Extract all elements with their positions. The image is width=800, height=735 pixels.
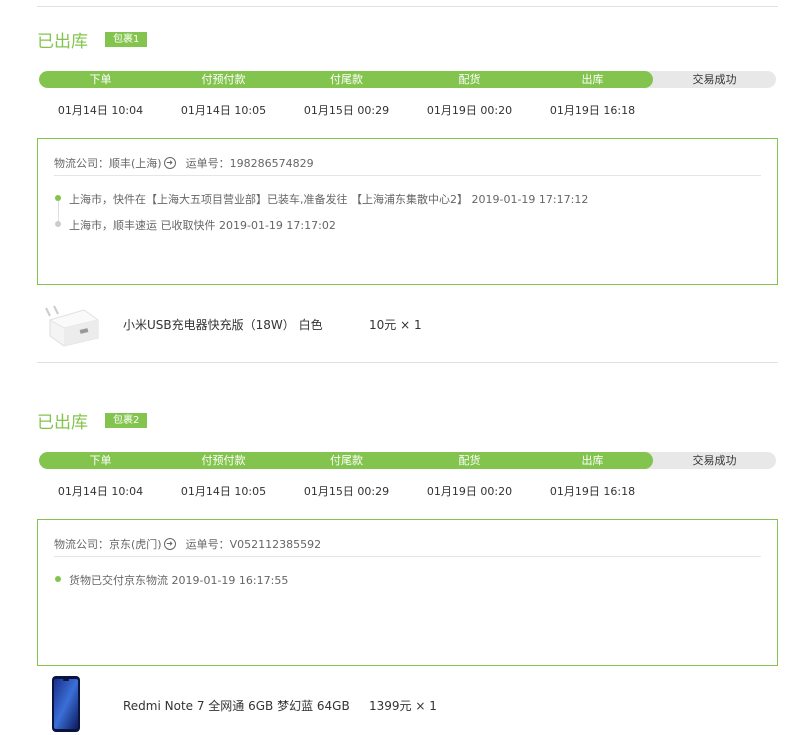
product-row: Redmi Note 7 全网通 6GB 梦幻蓝 64GB 1399元 × 1 xyxy=(0,673,800,733)
timeline-dot xyxy=(55,221,61,227)
package-divider xyxy=(37,362,778,363)
waybill-number: V052112385592 xyxy=(229,537,322,551)
step-balance: 付尾款 xyxy=(330,454,363,467)
step-time: 01月14日 10:04 xyxy=(57,485,144,498)
order-progress-bar: 下单 付预付款 付尾款 配货 出库 交易成功 xyxy=(39,452,776,469)
logistics-header: 物流公司： 顺丰(上海) ➜ 运单号： 198286574829 xyxy=(54,155,314,171)
step-time: 01月14日 10:05 xyxy=(180,104,267,117)
logistics-divider xyxy=(54,175,761,176)
package-status: 已出库 xyxy=(37,412,88,433)
package-badge: 包裹1 xyxy=(105,31,148,47)
product-row: 小米USB充电器快充版（18W） 白色 10元 × 1 xyxy=(0,298,800,358)
package-status-row: 已出库 包裹1 xyxy=(37,24,148,54)
step-completed: 交易成功 xyxy=(692,454,737,467)
waybill-number: 198286574829 xyxy=(229,156,314,170)
step-picking: 配货 xyxy=(458,73,481,86)
step-deposit: 付预付款 xyxy=(201,454,246,467)
timeline-dot-current xyxy=(55,195,61,201)
step-time: 01月19日 00:20 xyxy=(426,104,513,117)
product-price: 10元 × 1 xyxy=(369,318,422,332)
waybill-label: 运单号： xyxy=(185,157,230,170)
tracking-entry: 上海市，快件在【上海大五项目营业部】已装车,准备发往 【上海浦东集散中心2】 2… xyxy=(69,193,589,206)
step-shipped: 出库 xyxy=(581,73,604,86)
step-time: 01月14日 10:04 xyxy=(57,104,144,117)
step-deposit: 付预付款 xyxy=(201,73,246,86)
tracking-entry: 货物已交付京东物流 2019-01-19 16:17:55 xyxy=(69,574,289,587)
step-completed: 交易成功 xyxy=(692,73,737,86)
logistics-header: 物流公司： 京东(虎门) ➜ 运单号： V052112385592 xyxy=(54,536,321,552)
step-order: 下单 xyxy=(89,454,112,467)
step-time: 01月15日 00:29 xyxy=(303,104,390,117)
logistics-panel: 物流公司： 顺丰(上海) ➜ 运单号： 198286574829 上海市，快件在… xyxy=(37,138,778,285)
arrow-right-icon[interactable]: ➜ xyxy=(163,157,176,169)
logistics-divider xyxy=(54,556,761,557)
product-name[interactable]: 小米USB充电器快充版（18W） 白色 xyxy=(123,316,323,333)
step-time: 01月19日 16:18 xyxy=(549,104,636,117)
company-label: 物流公司： xyxy=(54,157,109,170)
blue-phone-image[interactable] xyxy=(51,675,81,733)
order-progress-bar: 下单 付预付款 付尾款 配货 出库 交易成功 xyxy=(39,71,776,88)
package-status-row: 已出库 包裹2 xyxy=(37,405,148,435)
step-time: 01月19日 16:18 xyxy=(549,485,636,498)
tracking-entry: 上海市，顺丰速运 已收取快件 2019-01-19 17:17:02 xyxy=(69,219,336,232)
product-price: 1399元 × 1 xyxy=(369,699,437,713)
product-name[interactable]: Redmi Note 7 全网通 6GB 梦幻蓝 64GB xyxy=(123,697,350,714)
top-divider xyxy=(37,6,778,7)
step-time: 01月19日 00:20 xyxy=(426,485,513,498)
step-order: 下单 xyxy=(89,73,112,86)
company-name[interactable]: 顺丰(上海) xyxy=(109,155,162,171)
step-balance: 付尾款 xyxy=(330,73,363,86)
package-badge: 包裹2 xyxy=(105,412,148,428)
step-time: 01月14日 10:05 xyxy=(180,485,267,498)
timeline-line xyxy=(58,201,59,223)
logistics-panel: 物流公司： 京东(虎门) ➜ 运单号： V052112385592 货物已交付京… xyxy=(37,519,778,666)
step-picking: 配货 xyxy=(458,454,481,467)
company-label: 物流公司： xyxy=(54,538,109,551)
white-charger-image[interactable] xyxy=(44,302,104,348)
step-shipped: 出库 xyxy=(581,454,604,467)
timeline-dot-current xyxy=(55,576,61,582)
step-time: 01月15日 00:29 xyxy=(303,485,390,498)
arrow-right-icon[interactable]: ➜ xyxy=(163,538,176,550)
waybill-label: 运单号： xyxy=(185,538,230,551)
package-status: 已出库 xyxy=(37,31,88,52)
company-name[interactable]: 京东(虎门) xyxy=(109,536,162,552)
